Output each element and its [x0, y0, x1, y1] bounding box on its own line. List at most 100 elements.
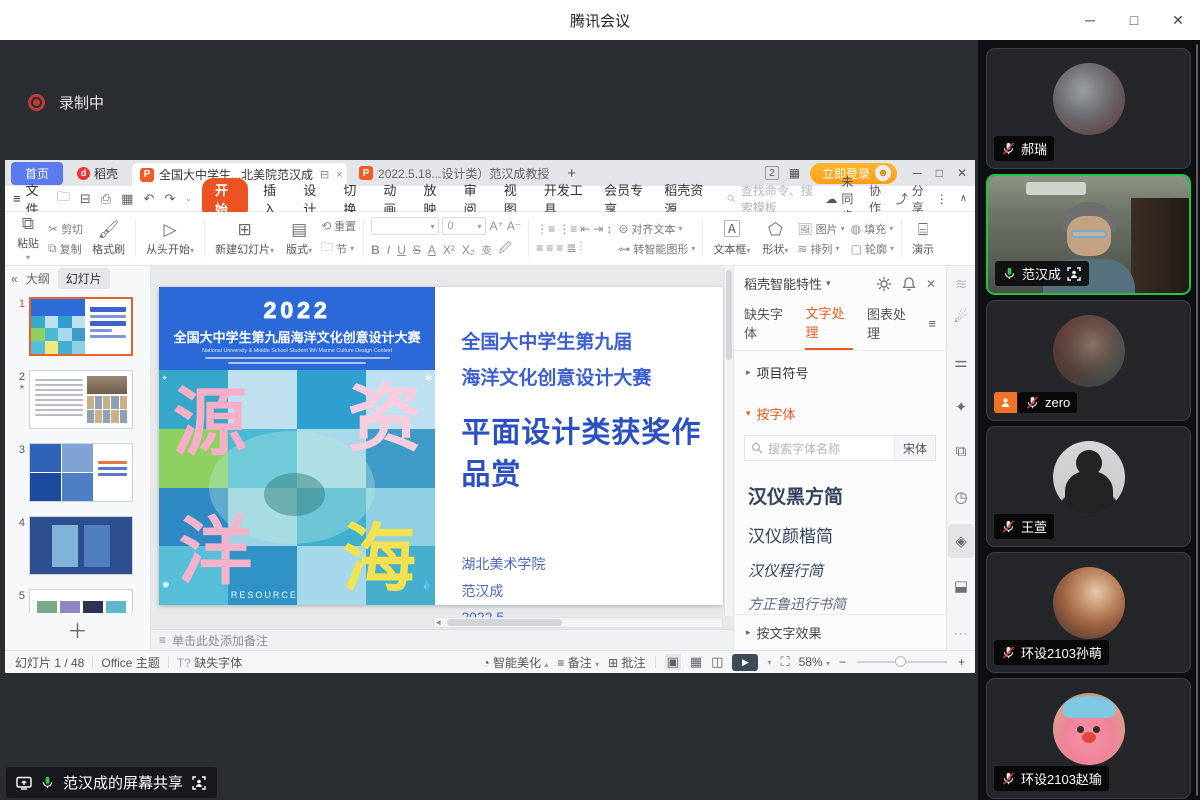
reading-view-icon[interactable]: ◫ [711, 654, 723, 670]
subscript-button[interactable]: X₂ [462, 243, 475, 257]
participant-tile[interactable]: zero [986, 300, 1191, 421]
format-painter-button[interactable]: 🖌格式刷 [89, 221, 128, 257]
superscript-button[interactable]: X² [443, 243, 455, 257]
reset-button[interactable]: ⟲重置 [321, 218, 356, 234]
canvas-horizontal-scrollbar[interactable]: ◂ [433, 617, 723, 628]
panel-tab-missing-fonts[interactable]: 缺失字体 [744, 304, 791, 349]
undo-icon[interactable]: ↶ [139, 191, 158, 207]
font-search-box[interactable]: 搜索字体名称 宋体 [744, 435, 936, 461]
align-left-icon[interactable]: ≡ [536, 241, 543, 255]
fit-window-icon[interactable]: ⛶ [780, 654, 789, 670]
slide-thumbnail-3[interactable]: 3 [9, 443, 142, 502]
picture-button[interactable]: 🖼图片▾ [797, 221, 844, 237]
bell-icon[interactable] [901, 276, 917, 292]
outline-tab[interactable]: 大纲 [26, 270, 50, 287]
shape-button[interactable]: ⬠形状▾ [759, 221, 791, 257]
copy-button[interactable]: ⧉复制 [48, 241, 83, 257]
sidebar-scrollbar[interactable] [1196, 44, 1198, 796]
sorter-view-icon[interactable]: ▦ [690, 654, 702, 670]
preview-icon[interactable]: ▦ [117, 191, 137, 207]
align-text-button[interactable]: ⊜对齐文本▾ [618, 221, 695, 237]
reference-icon[interactable]: ⬓ [947, 563, 975, 608]
zoom-level[interactable]: 58% ▾ [799, 655, 830, 669]
section-bullets[interactable]: ▸项目符号 [734, 351, 946, 384]
save-icon[interactable]: 🗀 [53, 188, 74, 210]
slideshow-play-button[interactable]: ▶ [732, 654, 758, 671]
participant-tile[interactable]: 王萱 [986, 426, 1191, 547]
arrange-button[interactable]: ≋排列▾ [797, 241, 844, 257]
font-item[interactable]: 汉仪程行简 [748, 560, 932, 581]
highlight-button[interactable]: 🖉 [499, 239, 512, 260]
font-category-dropdown[interactable]: 宋体 [894, 436, 935, 460]
section-by-font[interactable]: ▾按字体 [734, 392, 946, 425]
bullet-list-icon[interactable]: ⋮≡ [536, 222, 555, 236]
print-icon[interactable]: ⎙ [97, 191, 115, 207]
bold-button[interactable]: B [371, 243, 380, 257]
new-slide-button[interactable]: ⊞新建幻灯片▾ [212, 221, 277, 257]
present-button[interactable]: ⌸演示 [909, 221, 937, 257]
slide-thumbnail-5[interactable]: 5 [9, 589, 142, 613]
redo-icon[interactable]: ↷ [160, 191, 179, 207]
panel-tab-text[interactable]: 文字处理 [805, 303, 852, 350]
strike-button[interactable]: S [413, 243, 421, 257]
effects-icon[interactable]: ✦ [947, 384, 975, 429]
participant-tile[interactable]: 环设2103孙萌 [986, 552, 1191, 673]
font-item[interactable]: 汉仪黑方简 [748, 482, 932, 509]
theme-name[interactable]: Office 主题 [101, 654, 159, 671]
more-menu-icon[interactable]: ⋮ [936, 192, 948, 206]
docer-feature-icon[interactable]: ◈ [948, 524, 974, 558]
collapse-panel-icon[interactable]: « [11, 272, 18, 286]
zoom-out-button[interactable]: − [839, 655, 846, 669]
close-icon[interactable]: ✕ [1156, 0, 1200, 40]
minimize-icon[interactable]: ─ [1068, 0, 1112, 40]
font-item[interactable]: 汉仪颜楷简 [748, 522, 932, 547]
layout-button[interactable]: ▤版式▾ [283, 221, 315, 257]
normal-view-icon[interactable]: ▣ [665, 654, 681, 670]
collapse-ribbon-icon[interactable]: ∧ [960, 193, 967, 204]
pinyin-button[interactable]: 变 [482, 242, 492, 257]
canvas-vertical-scrollbar[interactable] [724, 266, 733, 616]
italic-button[interactable]: I [387, 243, 390, 257]
line-spacing-icon[interactable]: ⫶ [579, 240, 582, 255]
command-search[interactable]: 查找命令、搜索模板 [727, 182, 823, 216]
panel-menu-icon[interactable]: ≡ [928, 316, 936, 338]
current-slide[interactable]: 2022 全国大中学生第九届海洋文化创意设计大赛 National Univer… [159, 287, 723, 605]
increase-font-icon[interactable]: A⁺ [489, 219, 503, 233]
participant-tile[interactable]: 环设2103赵瑜 [986, 678, 1191, 799]
add-slide-button[interactable]: ＋ [5, 613, 150, 650]
indent-more-icon[interactable]: ⇥ [593, 222, 603, 236]
participant-tile[interactable]: 郝瑞 [986, 48, 1191, 169]
zoom-slider[interactable] [857, 661, 947, 663]
window-switch-icon[interactable]: 2 [765, 166, 779, 180]
align-right-icon[interactable]: ≡ [556, 241, 563, 255]
indent-less-icon[interactable]: ⇤ [580, 222, 590, 236]
play-options-icon[interactable]: ▾ [767, 658, 771, 667]
section-button[interactable]: 🗀节▾ [321, 238, 356, 259]
decrease-font-icon[interactable]: A⁻ [507, 219, 521, 233]
gear-icon[interactable] [876, 276, 892, 292]
more-caret-icon[interactable]: ⌄ [181, 194, 196, 203]
collaborate-button[interactable]: 协作 [869, 182, 884, 216]
share-button[interactable]: ⤴分享 [896, 182, 924, 216]
to-smartart-button[interactable]: ⊶转智能图形▾ [618, 241, 695, 257]
more-tools-icon[interactable]: ··· [954, 628, 968, 640]
ai-assistant-icon[interactable]: ☄ [947, 294, 975, 339]
notes-button[interactable]: ≡ 备注 ▾ [557, 654, 599, 671]
section-by-effect[interactable]: ▸按文字效果 [734, 614, 946, 650]
slide-thumbnail-1[interactable]: 1 [9, 297, 142, 356]
fill-button[interactable]: ◍填充▾ [851, 221, 894, 237]
properties-icon[interactable]: ⚌ [947, 339, 975, 384]
text-dir-icon[interactable]: ↕ [606, 222, 612, 236]
history-icon[interactable]: ◷ [947, 474, 975, 519]
panel-tab-chart[interactable]: 图表处理 [867, 304, 914, 349]
panel-close-icon[interactable]: ✕ [926, 277, 936, 291]
comments-button[interactable]: ⊞ 批注 [608, 654, 645, 671]
maximize-icon[interactable]: □ [1112, 0, 1156, 40]
slide-thumbnail-4[interactable]: 4 [9, 516, 142, 575]
notes-bar[interactable]: ≡ 单击此处添加备注 [151, 629, 733, 650]
slides-tab[interactable]: 幻灯片 [58, 268, 110, 289]
export-icon[interactable]: ⊟ [76, 191, 95, 207]
align-center-icon[interactable]: ≡ [546, 241, 553, 255]
number-list-icon[interactable]: ⋮≡ [558, 222, 577, 236]
font-item[interactable]: 方正鲁迅行书简 [748, 594, 932, 614]
